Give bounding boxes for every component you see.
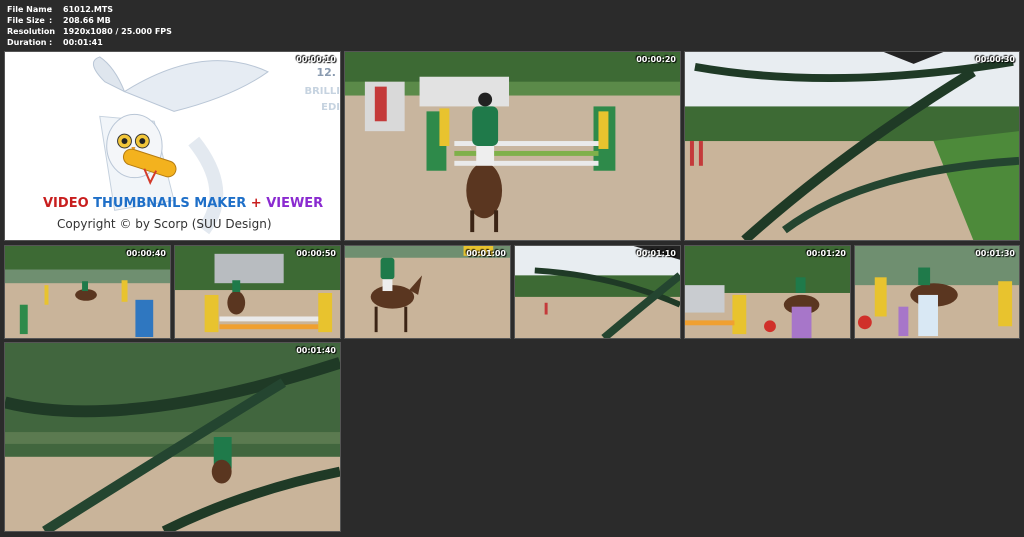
thumbnail-7[interactable]: 00:01:10 [514, 245, 681, 339]
file-size-row: File Size : 208.66 MB [7, 15, 172, 26]
logo-side-text-2: BRILLI [304, 86, 340, 97]
file-name-label: File Name [7, 5, 53, 14]
separator: : [49, 38, 53, 47]
pine-branch-image [515, 246, 680, 338]
file-size-value: 208.66 MB [63, 16, 111, 25]
separator: : [49, 16, 53, 25]
arena-jump-image [345, 52, 680, 240]
thumbnail-2[interactable]: 00:00:20 [344, 51, 681, 241]
resolution-row: Resolution : 1920x1080 / 25.000 FPS [7, 26, 172, 37]
thumbnail-5[interactable]: 00:00:50 [174, 245, 341, 339]
file-size-label: File Size [7, 16, 45, 25]
thumbnail-1[interactable]: VIDEO THUMBNAILS MAKER + VIEWER Copyrigh… [4, 51, 341, 241]
duration-row: Duration : 00:01:41 [7, 37, 172, 48]
timestamp: 00:01:20 [806, 249, 846, 258]
arena-scene-image [5, 246, 170, 338]
logo-title-maker: THUMBNAILS MAKER [93, 196, 247, 211]
thumbnail-3[interactable]: 00:00:30 [684, 51, 1020, 241]
timestamp: 00:01:10 [636, 249, 676, 258]
timestamp: 00:00:20 [636, 55, 676, 64]
thumbnail-9[interactable]: 00:01:30 [854, 245, 1020, 339]
logo-title-viewer: VIEWER [266, 196, 324, 211]
arena-scene-image [685, 246, 850, 338]
thumbnail-6[interactable]: 00:01:00 [344, 245, 511, 339]
arena-scene-image [855, 246, 1019, 338]
thumbnail-8[interactable]: 00:01:20 [684, 245, 851, 339]
thumbnail-10[interactable]: 00:01:40 [4, 342, 341, 532]
resolution-value: 1920x1080 / 25.000 FPS [63, 27, 172, 36]
logo-side-text-3: EDI [321, 102, 340, 113]
timestamp: 00:00:50 [296, 249, 336, 258]
timestamp: 00:01:00 [466, 249, 506, 258]
separator: : [49, 27, 53, 36]
logo-title-plus: + [250, 196, 262, 211]
thumbnail-4[interactable]: 00:00:40 [4, 245, 171, 339]
separator: : [49, 5, 53, 14]
logo-copyright: Copyright © by Scorp (SUU Design) [57, 217, 272, 231]
timestamp: 00:01:30 [975, 249, 1015, 258]
file-name-row: File Name : 61012.MTS [7, 4, 172, 15]
logo-side-text-1: 12. [316, 66, 337, 79]
timestamp: 00:01:40 [296, 346, 336, 355]
timestamp: 00:00:30 [975, 55, 1015, 64]
file-info: File Name : 61012.MTS File Size : 208.66… [7, 4, 172, 48]
pine-branch-image [5, 343, 340, 531]
resolution-label: Resolution [7, 27, 56, 36]
file-name-value: 61012.MTS [63, 5, 114, 14]
timestamp: 00:00:40 [126, 249, 166, 258]
pine-branch-image [685, 52, 1019, 240]
arena-scene-image [175, 246, 340, 338]
timestamp: 00:00:10 [296, 55, 336, 64]
logo-title-video: VIDEO [43, 196, 89, 211]
duration-label: Duration [7, 38, 47, 47]
duration-value: 00:01:41 [63, 38, 103, 47]
owl-logo-image [93, 56, 269, 235]
logo-title: VIDEO THUMBNAILS MAKER + VIEWER [43, 196, 323, 211]
arena-scene-image [345, 246, 510, 338]
